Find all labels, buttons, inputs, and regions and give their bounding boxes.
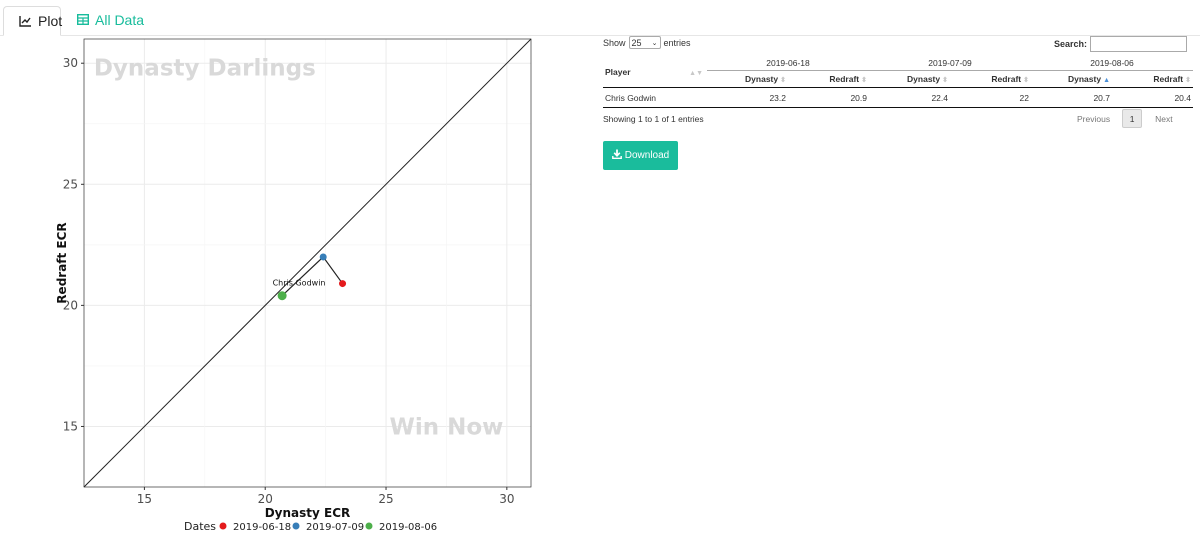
- data-point: [339, 280, 347, 288]
- header-label: Dynasty: [1067, 74, 1102, 84]
- value-cell: 20.4: [1112, 87, 1193, 108]
- annotation-dynasty-darlings: Dynasty Darlings: [94, 55, 316, 81]
- previous-button[interactable]: Previous: [1077, 114, 1110, 124]
- x-tick-label: 30: [499, 492, 514, 506]
- table-info: Showing 1 to 1 of 1 entries: [603, 114, 704, 124]
- chart-svg[interactable]: 15 20 25 3015202530 Dynasty DarlingsWin NowC…: [0, 36, 560, 536]
- column-header-dynasty[interactable]: Dynasty ⬍: [707, 70, 788, 88]
- column-header-dynasty[interactable]: Dynasty ▲: [1031, 70, 1112, 88]
- download-button[interactable]: Download: [603, 141, 678, 170]
- legend-label: 2019-08-06: [379, 522, 437, 533]
- sort-icon: ▲▼: [689, 69, 703, 77]
- column-header-redraft[interactable]: Redraft ⬍: [1112, 70, 1193, 88]
- column-header-dynasty[interactable]: Dynasty ⬍: [869, 70, 950, 88]
- tab-plot-label: Plot: [38, 13, 63, 29]
- download-label: Download: [624, 150, 670, 161]
- y-tick-label: 25: [63, 177, 78, 191]
- x-axis-title: Dynasty ECR: [265, 506, 351, 520]
- entries-value: 25: [631, 37, 642, 48]
- data-table: Player ▲▼ 2019-06-18 2019-07-09 2019-08-…: [603, 56, 1193, 108]
- column-header-player[interactable]: Player ▲▼: [603, 56, 707, 88]
- entries-select[interactable]: 25 ⌄: [628, 36, 661, 49]
- show-label: Show: [603, 37, 626, 48]
- tab-all-data-label: All Data: [95, 12, 145, 28]
- value-cell: 22.4: [869, 87, 950, 108]
- y-axis-title: Redraft ECR: [55, 222, 69, 303]
- group-header: 2019-07-09: [869, 56, 1031, 71]
- sort-icon: ⬍: [780, 77, 786, 84]
- search-control: Search:: [1054, 36, 1188, 52]
- group-header: 2019-08-06: [1031, 56, 1193, 71]
- column-header-redraft[interactable]: Redraft ⬍: [788, 70, 869, 88]
- next-button[interactable]: Next: [1155, 114, 1172, 124]
- pagination: Previous 1 Next: [1077, 109, 1173, 128]
- sort-icon: ⬍: [942, 77, 948, 84]
- annotation-win-now: Win Now: [389, 414, 503, 440]
- group-header: 2019-06-18: [707, 56, 869, 71]
- point-label: Chris Godwin: [273, 279, 326, 288]
- sort-asc-icon: ▲: [1103, 77, 1110, 84]
- tab-all-data[interactable]: All Data: [62, 6, 156, 36]
- chevron-down-icon: ⌄: [651, 39, 658, 47]
- table-row[interactable]: Chris Godwin 23.2 20.9 22.4 22 20.7 20.4: [603, 87, 1193, 108]
- tab-plot[interactable]: Plot: [3, 6, 63, 36]
- x-tick-label: 25: [378, 492, 393, 506]
- data-point: [319, 253, 327, 261]
- sort-icon: ⬍: [1185, 77, 1191, 84]
- player-header-label: Player: [605, 66, 631, 77]
- player-cell: Chris Godwin: [603, 87, 707, 108]
- x-tick-label: 20: [258, 492, 273, 506]
- entries-label: entries: [663, 37, 691, 48]
- entries-length-control: Show 25 ⌄ entries: [603, 36, 691, 49]
- value-cell: 22: [950, 87, 1031, 108]
- table-icon: [76, 12, 90, 28]
- y-tick-label: 30: [63, 56, 78, 70]
- y-tick-label: 15: [63, 419, 78, 433]
- legend-key: [219, 522, 227, 530]
- scatter-chart[interactable]: 15 20 25 30 15 20 25 30 Dynasty Darlings Win Now C…: [0, 36, 560, 536]
- legend-key: [365, 522, 373, 530]
- header-label: Redraft: [1153, 74, 1184, 84]
- legend-title: Dates: [184, 520, 216, 533]
- sort-icon: ⬍: [1023, 77, 1029, 84]
- value-cell: 20.7: [1031, 87, 1112, 108]
- header-label: Redraft: [829, 74, 860, 84]
- column-header-redraft[interactable]: Redraft ⬍: [950, 70, 1031, 88]
- header-label: Dynasty: [745, 74, 779, 84]
- x-tick-label: 15: [137, 492, 152, 506]
- legend-label: 2019-07-09: [306, 522, 364, 533]
- search-label: Search:: [1054, 39, 1088, 49]
- value-cell: 20.9: [788, 87, 869, 108]
- tab-bar: Plot All Data: [0, 0, 1200, 36]
- header-label: Redraft: [991, 74, 1022, 84]
- search-input[interactable]: [1090, 36, 1188, 52]
- value-cell: 23.2: [707, 87, 788, 108]
- page-button-1[interactable]: 1: [1122, 109, 1143, 128]
- data-point: [277, 291, 287, 301]
- legend-label: 2019-06-18: [233, 522, 291, 533]
- line-chart-icon: [19, 13, 32, 30]
- sort-icon: ⬍: [861, 77, 867, 84]
- legend-key: [292, 522, 300, 530]
- header-label: Dynasty: [907, 74, 941, 84]
- download-icon: [611, 149, 622, 162]
- player-path: [281, 256, 344, 297]
